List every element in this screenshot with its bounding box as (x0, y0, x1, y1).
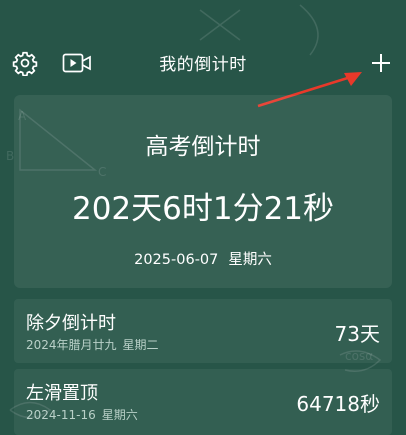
list-item[interactable]: 左滑置顶 2024-11-16 星期六 64718秒 (14, 369, 392, 435)
list-item-value: 73天 (334, 322, 380, 346)
list-item-name: 左滑置顶 (26, 383, 98, 404)
list-item-value: 64718秒 (296, 392, 380, 416)
countdown-date: 2025-06-07 星期六 (14, 248, 392, 269)
list-item-weekday: 星期二 (122, 338, 159, 352)
list-item-name: 除夕倒计时 (26, 313, 116, 334)
list-item-date: 2024-11-16 星期六 (26, 406, 138, 423)
countdown-title: 高考倒计时 (145, 134, 261, 160)
countdown-remaining: 202天6时1分21秒 (71, 191, 335, 227)
list-item-date-value: 2024年腊月廿九 (26, 338, 117, 352)
countdown-weekday: 星期六 (228, 252, 272, 268)
list-item[interactable]: 除夕倒计时 2024年腊月廿九 星期二 73天 (14, 299, 392, 363)
plus-icon (372, 54, 390, 72)
list-item-date-value: 2024-11-16 (26, 408, 96, 422)
list-item-date: 2024年腊月廿九 星期二 (26, 336, 159, 353)
add-button[interactable] (366, 48, 396, 78)
countdown-date-value: 2025-06-07 (134, 252, 219, 268)
svg-text:B: B (6, 149, 14, 163)
featured-countdown-card[interactable]: 高考倒计时 202天6时1分21秒 2025-06-07 星期六 (14, 95, 392, 288)
list-item-weekday: 星期六 (101, 408, 138, 422)
